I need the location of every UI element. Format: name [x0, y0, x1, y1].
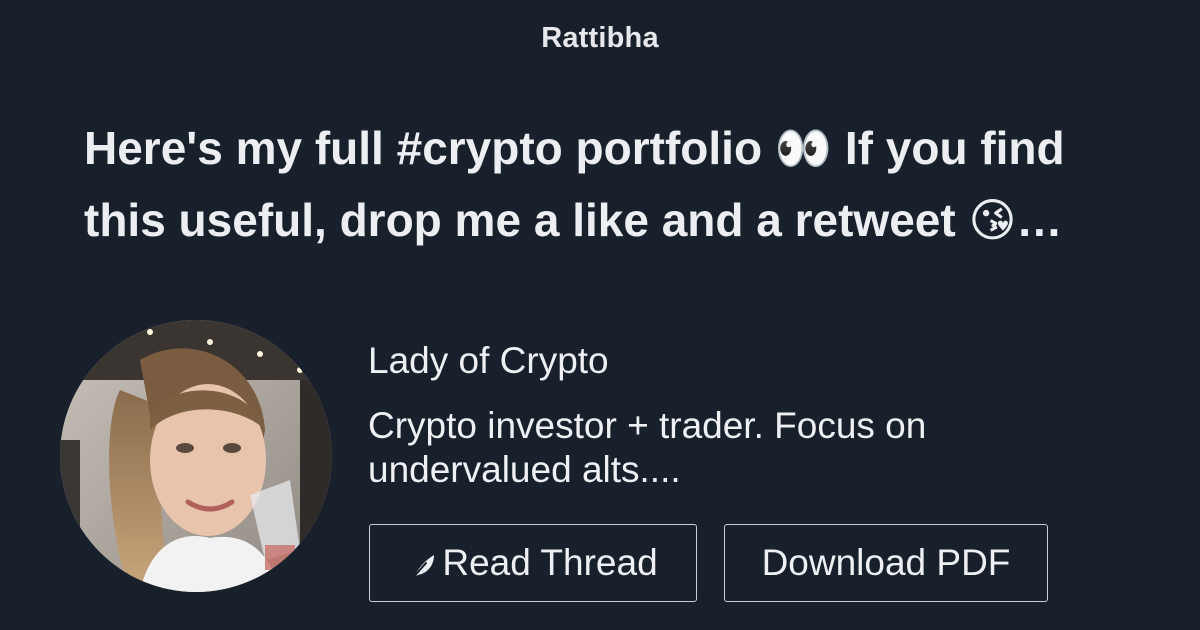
- read-thread-button[interactable]: Read Thread: [369, 524, 697, 602]
- feather-icon: [411, 555, 435, 580]
- site-brand: Rattibha: [541, 22, 659, 54]
- thread-headline: Here's my full #crypto portfolio 👀 If yo…: [84, 112, 1124, 256]
- read-thread-label: Read Thread: [442, 542, 658, 583]
- headline-line-1: Here's my full #crypto portfolio 👀 If yo…: [84, 122, 1065, 174]
- bio-line-2: undervalued alts....: [368, 449, 681, 490]
- author-bio: Crypto investor + trader. Focus on under…: [368, 404, 1068, 492]
- download-pdf-label: Download PDF: [761, 542, 1011, 583]
- author-avatar: [60, 320, 332, 592]
- bio-line-1: Crypto investor + trader. Focus on: [368, 405, 927, 446]
- headline-line-2: this useful, drop me a like and a retwee…: [84, 194, 1063, 246]
- avatar-photo: [60, 320, 332, 592]
- author-name: Lady of Crypto: [368, 340, 609, 381]
- download-pdf-button[interactable]: Download PDF: [724, 524, 1048, 602]
